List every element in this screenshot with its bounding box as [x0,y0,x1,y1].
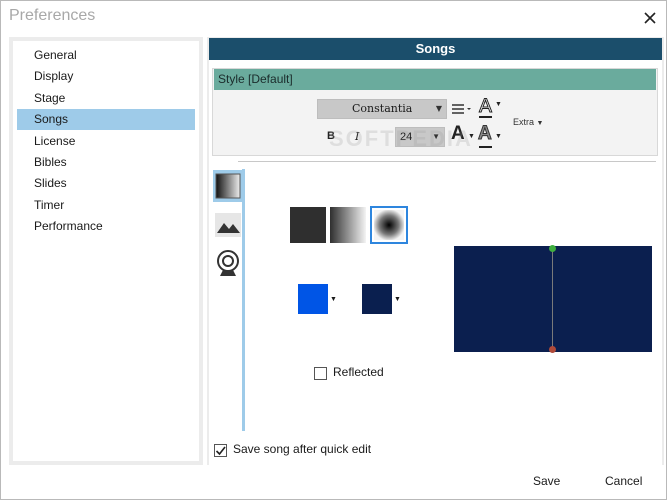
radial-gradient-preview [374,210,404,240]
chevron-down-icon: ▼ [435,104,442,113]
gradient-end-handle[interactable] [549,346,556,353]
reflected-label: Reflected [333,365,384,379]
text-outline-icon: A [479,95,493,118]
underline-bar [479,146,492,148]
radial-gradient-swatch[interactable] [370,206,408,244]
sidebar-item-timer[interactable]: Timer [17,195,195,216]
align-icon[interactable] [450,101,474,117]
chevron-down-icon: ▼ [495,101,502,108]
sidebar: General Display Stage Songs License Bibl… [13,41,199,461]
linear-gradient-swatch[interactable] [330,207,366,243]
image-icon [215,213,241,237]
watermark: SOFTPEDIA [329,126,473,151]
color-1-swatch [298,284,328,314]
save-button[interactable]: Save [533,474,560,488]
extra-label: Extra [513,117,535,127]
close-icon[interactable] [641,9,659,27]
window-title: Preferences [9,7,96,24]
chevron-down-icon[interactable]: ▼ [330,296,337,303]
sidebar-item-performance[interactable]: Performance [17,216,195,237]
solid-style-swatch[interactable] [290,207,326,243]
text-shadow-button[interactable]: A ▼ [476,123,502,149]
font-select[interactable]: Constantia ▼ [317,99,447,119]
style-selector[interactable]: Style [Default] [214,69,656,90]
gradient-start-handle[interactable] [549,245,556,252]
reflected-checkbox[interactable] [314,367,327,380]
divider [238,161,656,162]
save-after-edit-checkbox[interactable] [214,444,227,457]
sidebar-item-stage[interactable]: Stage [17,88,195,109]
gradient-preview [454,245,652,353]
tab-image[interactable] [213,209,243,241]
sidebar-item-display[interactable]: Display [17,66,195,87]
text-outline-button[interactable]: A ▼ [477,95,502,119]
text-shadow-icon: A [478,123,493,145]
color-picker-2[interactable] [362,284,392,314]
cancel-button[interactable]: Cancel [605,474,642,488]
gradient-icon [215,173,241,199]
color-2-swatch [362,284,392,314]
chevron-down-icon: ▼ [495,133,502,140]
checkmark-icon [215,446,226,456]
webcam-icon [217,250,239,276]
gradient-axis-line [552,248,553,350]
underline-bar [479,116,492,118]
extra-menu[interactable]: Extra ▼ [513,117,543,127]
sidebar-item-slides[interactable]: Slides [17,173,195,194]
sidebar-item-license[interactable]: License [17,131,195,152]
sidebar-item-general[interactable]: General [17,45,195,66]
tab-webcam[interactable] [213,247,243,279]
tab-gradient[interactable] [213,170,243,202]
page-title: Songs [209,38,662,60]
sidebar-item-bibles[interactable]: Bibles [17,152,195,173]
color-picker-1[interactable] [298,284,328,314]
save-after-edit-label: Save song after quick edit [233,442,372,456]
chevron-down-icon: ▼ [536,120,544,127]
sidebar-item-songs[interactable]: Songs [17,109,195,130]
preferences-window: Preferences General Display Stage Songs … [0,0,667,500]
chevron-down-icon[interactable]: ▼ [394,296,401,303]
